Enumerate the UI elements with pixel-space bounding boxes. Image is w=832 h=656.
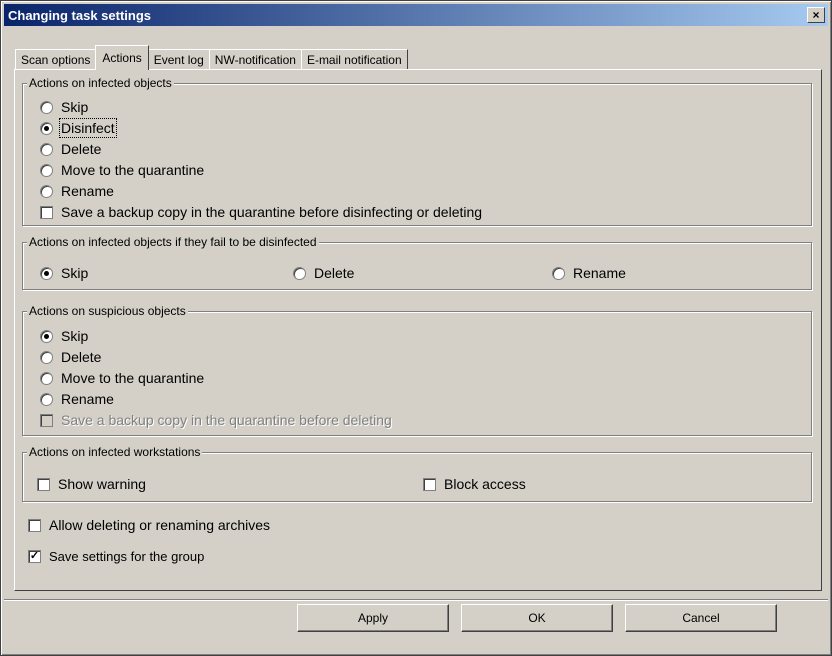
tab-strip: Scan options Actions Event log NW-notifi…: [15, 44, 408, 70]
radio-button[interactable]: [40, 350, 53, 364]
checkbox-label: Save a backup copy in the quarantine bef…: [61, 412, 392, 428]
window-title: Changing task settings: [8, 7, 152, 23]
fail-disinfect-group: Actions on infected objects if they fail…: [22, 235, 812, 290]
infected-radio-delete[interactable]: Delete: [40, 141, 101, 157]
checkbox[interactable]: [37, 477, 50, 491]
option-label: Rename: [61, 391, 114, 407]
close-icon: ×: [812, 8, 820, 22]
option-label: Delete: [61, 141, 102, 157]
close-button[interactable]: ×: [807, 7, 825, 23]
cancel-button[interactable]: Cancel: [625, 604, 777, 632]
fail-disinfect-group-title: Actions on infected objects if they fail…: [27, 235, 319, 249]
block-access-checkbox[interactable]: Block access: [423, 476, 526, 492]
radio-button[interactable]: [40, 121, 53, 135]
radio-button[interactable]: [40, 266, 53, 280]
checkbox[interactable]: [28, 518, 41, 532]
suspicious-radio-rename[interactable]: Rename: [40, 391, 114, 407]
tab-nw-notification[interactable]: NW-notification: [208, 49, 302, 70]
checkbox[interactable]: [40, 205, 53, 219]
infected-objects-group: Actions on infected objects Skip Disinfe…: [22, 76, 812, 226]
radio-button[interactable]: [40, 329, 53, 343]
tab-email-notification[interactable]: E-mail notification: [300, 49, 408, 70]
option-label: Move to the quarantine: [61, 370, 205, 386]
infected-backup-checkbox[interactable]: Save a backup copy in the quarantine bef…: [40, 204, 482, 220]
option-label: Disinfect: [59, 118, 117, 138]
option-label: Skip: [61, 265, 89, 281]
infected-objects-group-title: Actions on infected objects: [27, 76, 174, 90]
option-label: Skip: [61, 328, 89, 344]
suspicious-objects-group-title: Actions on suspicious objects: [27, 304, 188, 318]
option-label: Rename: [573, 265, 626, 281]
suspicious-radio-quarantine[interactable]: Move to the quarantine: [40, 370, 204, 386]
option-label: Move to the quarantine: [61, 162, 205, 178]
footer-separator: [4, 599, 828, 601]
radio-button[interactable]: [40, 142, 53, 156]
radio-button[interactable]: [40, 163, 53, 177]
checkbox-label: Show warning: [58, 476, 146, 492]
radio-button[interactable]: [40, 184, 53, 198]
suspicious-objects-group: Actions on suspicious objects Skip Delet…: [22, 304, 812, 436]
fail-radio-rename[interactable]: Rename: [552, 265, 626, 281]
tab-actions[interactable]: Actions: [95, 45, 149, 70]
option-label: Rename: [61, 183, 114, 199]
title-bar: Changing task settings ×: [4, 4, 828, 26]
checkbox-label: Block access: [444, 476, 526, 492]
checkbox: [40, 413, 53, 427]
option-label: Skip: [61, 99, 89, 115]
radio-button[interactable]: [293, 266, 306, 280]
dialog-window: Changing task settings × Scan options Ac…: [0, 0, 832, 656]
allow-archives-checkbox[interactable]: Allow deleting or renaming archives: [28, 517, 270, 533]
tab-scan-options[interactable]: Scan options: [15, 49, 97, 70]
suspicious-backup-checkbox: Save a backup copy in the quarantine bef…: [40, 412, 392, 428]
infected-radio-disinfect[interactable]: Disinfect: [40, 118, 117, 138]
option-label: Delete: [314, 265, 355, 281]
infected-radio-rename[interactable]: Rename: [40, 183, 114, 199]
radio-button[interactable]: [40, 100, 53, 114]
fail-radio-delete[interactable]: Delete: [293, 265, 354, 281]
save-group-settings-checkbox[interactable]: Save settings for the group: [28, 549, 204, 564]
show-warning-checkbox[interactable]: Show warning: [37, 476, 146, 492]
workstations-group: Actions on infected workstations Show wa…: [22, 445, 812, 502]
ok-button[interactable]: OK: [461, 604, 613, 632]
infected-radio-quarantine[interactable]: Move to the quarantine: [40, 162, 204, 178]
radio-button[interactable]: [552, 266, 565, 280]
checkbox[interactable]: [423, 477, 436, 491]
option-label: Delete: [61, 349, 102, 365]
fail-radio-skip[interactable]: Skip: [40, 265, 88, 281]
actions-tab-panel: Actions on infected objects Skip Disinfe…: [14, 69, 822, 591]
radio-button[interactable]: [40, 371, 53, 385]
tab-event-log[interactable]: Event log: [147, 49, 210, 70]
checkbox-label: Save settings for the group: [49, 549, 205, 564]
suspicious-radio-skip[interactable]: Skip: [40, 328, 88, 344]
checkbox[interactable]: [28, 550, 41, 563]
radio-button[interactable]: [40, 392, 53, 406]
workstations-group-title: Actions on infected workstations: [27, 445, 203, 459]
apply-button[interactable]: Apply: [297, 604, 449, 632]
suspicious-radio-delete[interactable]: Delete: [40, 349, 101, 365]
infected-radio-skip[interactable]: Skip: [40, 99, 88, 115]
checkbox-label: Save a backup copy in the quarantine bef…: [61, 204, 483, 220]
checkbox-label: Allow deleting or renaming archives: [49, 517, 270, 533]
